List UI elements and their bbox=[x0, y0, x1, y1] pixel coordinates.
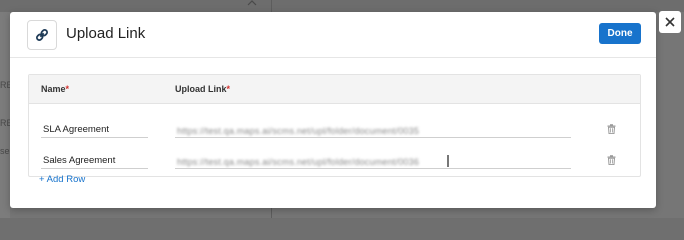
background-divider bbox=[271, 208, 272, 218]
trash-icon bbox=[607, 123, 615, 134]
background-left-panel bbox=[0, 12, 10, 218]
required-mark: * bbox=[65, 84, 70, 94]
background-chevron-up-icon bbox=[247, 0, 257, 6]
text-cursor bbox=[447, 155, 449, 167]
delete-row-button[interactable] bbox=[605, 153, 617, 166]
table-row: https://test.qa.maps.ai/scms.net/upl/fol… bbox=[29, 145, 640, 175]
trash-icon bbox=[607, 154, 615, 165]
link-icon bbox=[36, 29, 48, 41]
header-icon-box bbox=[27, 20, 57, 50]
background-top-strip bbox=[0, 0, 684, 12]
modal-title: Upload Link bbox=[66, 25, 146, 42]
name-field[interactable] bbox=[41, 152, 148, 169]
background-divider bbox=[271, 0, 272, 12]
close-icon bbox=[665, 17, 675, 27]
delete-row-button[interactable] bbox=[605, 122, 617, 135]
table-row: https://test.qa.maps.ai/scms.net/upl/fol… bbox=[29, 114, 640, 144]
name-field[interactable] bbox=[41, 121, 148, 138]
close-button[interactable] bbox=[659, 11, 681, 33]
upload-link-table: Name* Upload Link* https://test.qa.maps.… bbox=[28, 74, 641, 177]
modal-header: Upload Link Done bbox=[10, 12, 656, 58]
add-row-link[interactable]: + Add Row bbox=[39, 174, 85, 185]
done-button[interactable]: Done bbox=[599, 23, 641, 44]
upload-link-field[interactable]: https://test.qa.maps.ai/scms.net/upl/fol… bbox=[175, 121, 571, 138]
column-header-label: Upload Link bbox=[175, 84, 227, 94]
column-header-upload-link: Upload Link* bbox=[175, 84, 230, 94]
upload-link-field[interactable]: https://test.qa.maps.ai/scms.net/upl/fol… bbox=[175, 152, 571, 169]
table-header: Name* Upload Link* bbox=[29, 75, 640, 104]
upload-link-value: https://test.qa.maps.ai/scms.net/upl/fol… bbox=[177, 157, 420, 167]
required-mark: * bbox=[226, 84, 231, 94]
upload-link-modal: Upload Link Done Name* Upload Link* http… bbox=[10, 12, 656, 208]
column-header-name: Name* bbox=[41, 84, 69, 94]
column-header-label: Name bbox=[41, 84, 66, 94]
upload-link-value: https://test.qa.maps.ai/scms.net/upl/fol… bbox=[177, 126, 420, 136]
